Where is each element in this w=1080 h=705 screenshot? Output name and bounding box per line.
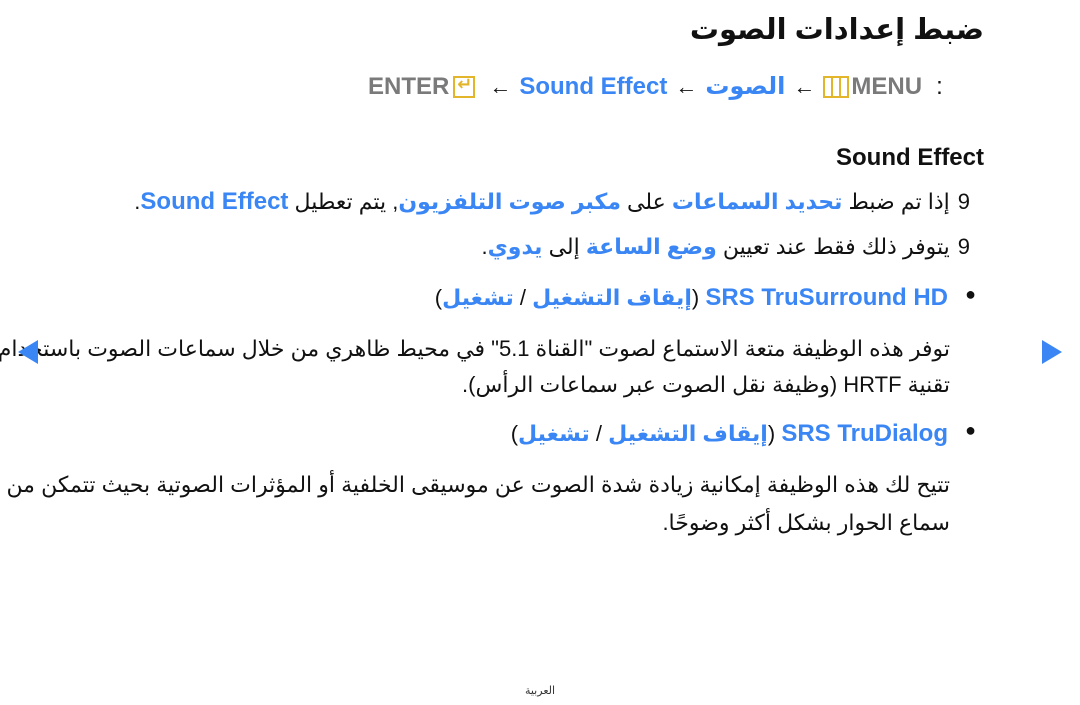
option-value-on: تشغيل: [518, 421, 590, 446]
arrow-icon: ←: [675, 73, 698, 99]
note-text: إذا تم ضبط: [842, 189, 950, 214]
option-name: SRS TruDialog: [781, 420, 948, 447]
option-description: توفر هذه الوظيفة متعة الاستماع لصوت "الق…: [0, 336, 950, 361]
bullet-icon: ●: [965, 420, 976, 440]
footer-language: العربية: [524, 685, 556, 697]
option-description: تتيح لك هذه الوظيفة إمكانية زيادة شدة ال…: [6, 472, 950, 497]
option-value-off: إيقاف التشغيل: [532, 285, 692, 310]
enter-label: ENTER: [368, 72, 450, 100]
menu-path-sound-effect: Sound Effect: [519, 72, 668, 100]
note-link-speaker-select: تحديد السماعات: [671, 189, 843, 214]
note-link-sound-effect: Sound Effect: [140, 188, 289, 215]
menu-path: ENTER ← Sound Effect ← الصوت ← MENU :: [368, 72, 943, 101]
page-title: ضبط إعدادات الصوت: [689, 14, 984, 46]
note-text: على: [620, 189, 672, 214]
option-value-off: إيقاف التشغيل: [608, 421, 768, 446]
note-marker: 9: [957, 234, 970, 259]
option-trusurround: ● SRS TruSurround HD (إيقاف التشغيل / تش…: [434, 284, 976, 311]
note-link-clock-mode: وضع الساعة: [585, 234, 717, 259]
menu-colon: :: [936, 72, 943, 100]
note-marker: 9: [957, 189, 970, 214]
option-value-on: تشغيل: [442, 285, 514, 310]
option-name: SRS TruSurround HD: [705, 284, 948, 311]
enter-icon: [453, 74, 476, 98]
note-clock-mode: 9يتوفر ذلك فقط عند تعيين وضع الساعة إلى …: [482, 234, 970, 260]
arrow-icon: ←: [489, 73, 512, 99]
note-link-tv-speaker: مكبر صوت التلفزيون: [398, 189, 621, 214]
option-description: تقنية HRTF (وظيفة نقل الصوت عبر سماعات ا…: [462, 372, 950, 397]
note-text: إلى: [542, 234, 586, 259]
note-speaker-select: 9 إذا تم ضبط تحديد السماعات على مكبر صوت …: [134, 188, 970, 216]
bullet-icon: ●: [965, 284, 976, 304]
arrow-icon: ←: [793, 73, 816, 99]
menu-path-sound: الصوت: [705, 73, 786, 100]
menu-icon: [823, 75, 850, 98]
section-heading: Sound Effect: [836, 144, 984, 171]
triangle-left-icon[interactable]: [18, 340, 38, 364]
triangle-right-icon[interactable]: [1042, 340, 1062, 364]
note-text: , يتم تعطيل: [288, 189, 399, 214]
option-trudialog: ● SRS TruDialog (إيقاف التشغيل / تشغيل): [510, 420, 976, 447]
note-link-manual: يدوي: [487, 234, 543, 259]
option-description: سماع الحوار بشكل أكثر وضوحًا.: [662, 510, 950, 535]
menu-label: MENU: [851, 72, 923, 100]
note-text: يتوفر ذلك فقط عند تعيين: [716, 234, 950, 259]
